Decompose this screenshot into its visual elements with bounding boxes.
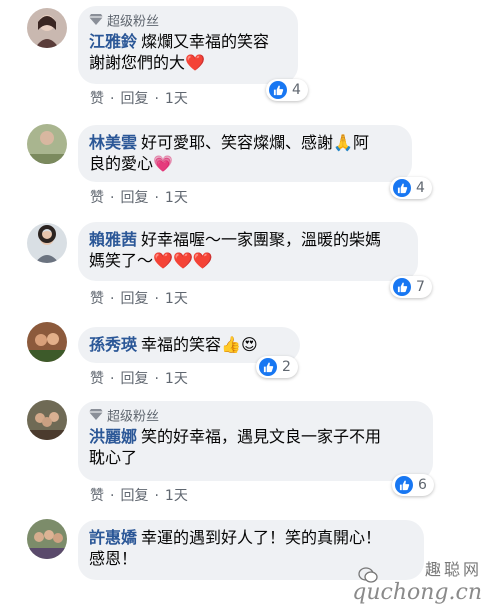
- timestamp[interactable]: 1天: [165, 187, 188, 207]
- commenter-name[interactable]: 洪麗娜: [89, 427, 137, 446]
- like-icon: [393, 179, 411, 197]
- comment-actions: 赞 · 回复 · 1天: [90, 187, 188, 207]
- avatar[interactable]: [27, 322, 67, 362]
- commenter-name[interactable]: 林美雲: [89, 133, 137, 152]
- super-fan-badge: 超级粉丝: [89, 408, 420, 426]
- commenter-name[interactable]: 江雅鈴: [89, 32, 137, 51]
- reply-link[interactable]: 回复: [120, 88, 148, 108]
- avatar[interactable]: [27, 8, 67, 48]
- avatar[interactable]: [27, 223, 67, 263]
- reaction-count[interactable]: 4: [266, 79, 308, 101]
- comment-text: 燦爛又幸福的笑容: [141, 32, 270, 51]
- comment-text: 幸福的笑容👍😍: [141, 335, 258, 354]
- timestamp[interactable]: 1天: [165, 288, 188, 308]
- commenter-name[interactable]: 許惠嬌: [89, 528, 137, 547]
- comment-bubble: 林美雲 好可愛耶、笑容燦爛、感謝🙏阿 良的愛心💗: [78, 125, 412, 182]
- reaction-count[interactable]: 2: [256, 356, 298, 378]
- comment-actions: 赞 · 回复 · 1天: [90, 288, 188, 308]
- comment-bubble: 超级粉丝 洪麗娜 笑的好幸福，遇見文良一家子不用 耽心了: [78, 401, 433, 481]
- comment-text: 耽心了: [89, 448, 138, 467]
- like-icon: [395, 476, 413, 494]
- like-link[interactable]: 赞: [90, 88, 104, 108]
- commenter-name[interactable]: 孫秀瑛: [89, 335, 137, 354]
- reply-link[interactable]: 回复: [120, 368, 148, 388]
- timestamp[interactable]: 1天: [165, 88, 188, 108]
- comment-text: 好幸福喔～一家團聚，溫暖的柴媽: [141, 230, 382, 249]
- watermark-bottom: quchong.cn: [352, 580, 482, 605]
- heart-emoji: ❤️: [185, 53, 205, 72]
- comment-bubble: 超级粉丝 江雅鈴 燦爛又幸福的笑容 謝謝您們的大❤️: [78, 6, 298, 84]
- comment-actions: 赞 · 回复 · 1天: [90, 368, 188, 388]
- diamond-icon: [89, 408, 103, 426]
- like-icon: [259, 358, 277, 376]
- diamond-icon: [89, 13, 103, 31]
- comment-text: 謝謝您們的大: [89, 53, 186, 72]
- like-link[interactable]: 赞: [90, 288, 104, 308]
- comment-text: 感恩！: [89, 549, 138, 568]
- watermark: 趣聪网 quchong.cn: [352, 556, 482, 605]
- avatar[interactable]: [27, 519, 67, 559]
- like-link[interactable]: 赞: [90, 485, 104, 505]
- super-fan-badge: 超级粉丝: [89, 13, 285, 31]
- reply-link[interactable]: 回复: [120, 187, 148, 207]
- like-link[interactable]: 赞: [90, 368, 104, 388]
- avatar[interactable]: [27, 400, 67, 440]
- comment-text: 好可愛耶、笑容燦爛、感謝🙏阿: [141, 133, 369, 152]
- comment-text: 幸運的遇到好人了！笑的真開心！: [141, 528, 382, 547]
- comment-text: 笑的好幸福，遇見文良一家子不用: [141, 427, 382, 446]
- reaction-count[interactable]: 6: [392, 474, 434, 496]
- like-icon: [393, 278, 411, 296]
- like-link[interactable]: 赞: [90, 187, 104, 207]
- comment-text: 媽笑了～: [89, 251, 154, 270]
- commenter-name[interactable]: 賴雅茜: [89, 230, 137, 249]
- timestamp[interactable]: 1天: [165, 485, 188, 505]
- reaction-count[interactable]: 4: [390, 177, 432, 199]
- timestamp[interactable]: 1天: [165, 368, 188, 388]
- reply-link[interactable]: 回复: [120, 485, 148, 505]
- like-icon: [269, 81, 287, 99]
- reaction-count[interactable]: 7: [390, 276, 432, 298]
- heart-emoji: ❤️❤️❤️: [153, 251, 213, 270]
- comment-text: 良的愛心💗: [89, 154, 173, 173]
- comment-bubble: 賴雅茜 好幸福喔～一家團聚，溫暖的柴媽 媽笑了～❤️❤️❤️: [78, 222, 418, 281]
- comment-actions: 赞 · 回复 · 1天: [90, 88, 188, 108]
- watermark-top: 趣聪网: [424, 560, 482, 579]
- comment-actions: 赞 · 回复 · 1天: [90, 485, 188, 505]
- avatar[interactable]: [27, 124, 67, 164]
- reply-link[interactable]: 回复: [120, 288, 148, 308]
